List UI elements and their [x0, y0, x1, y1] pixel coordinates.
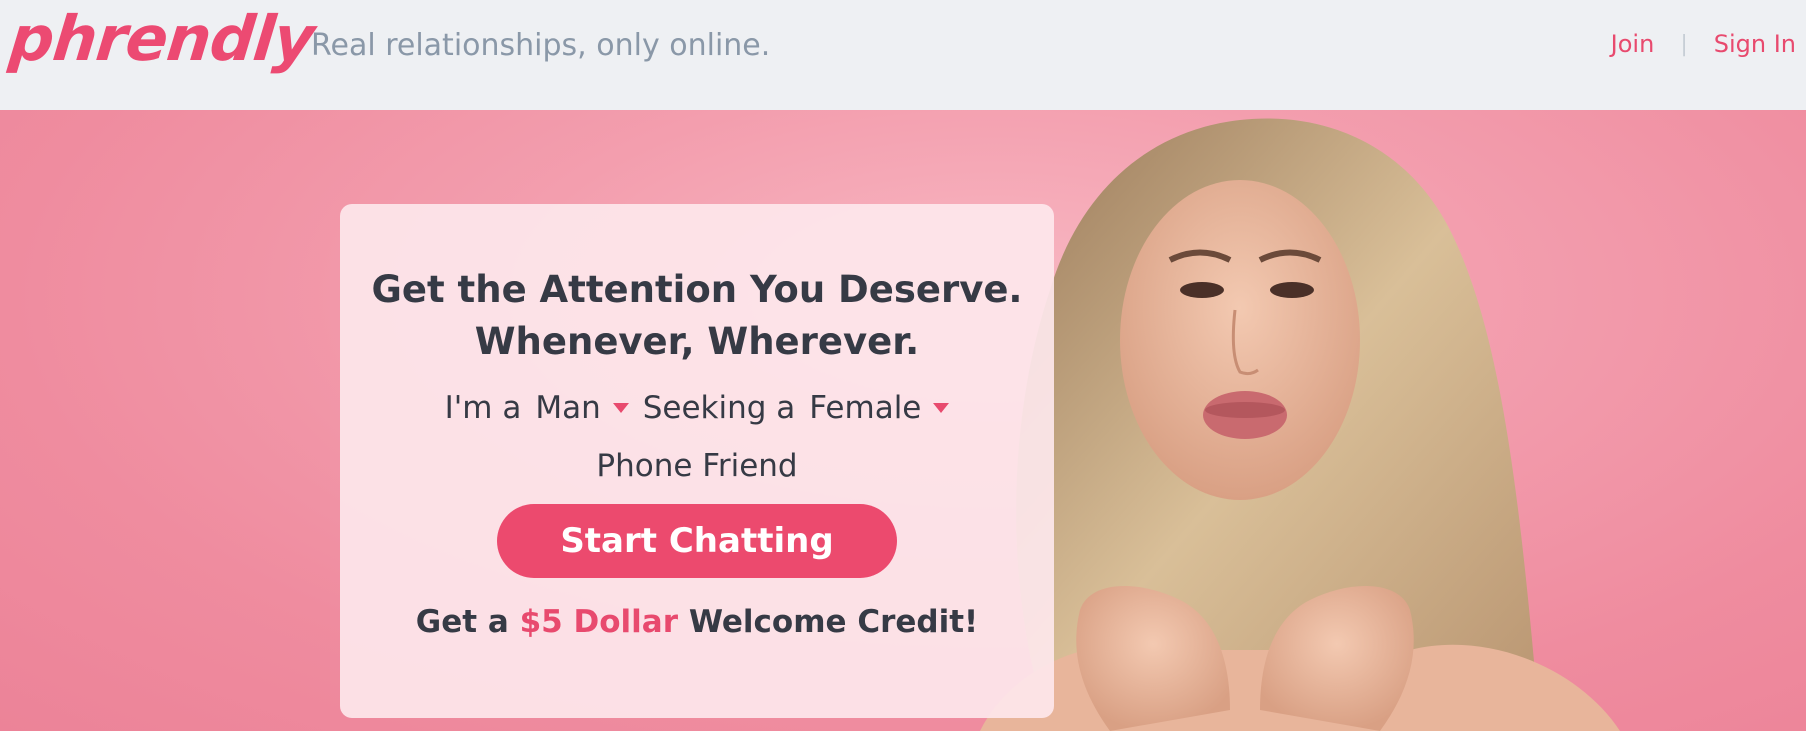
headline-line-2: Whenever, Wherever.	[474, 320, 920, 363]
headline: Get the Attention You Deserve. Whenever,…	[340, 264, 1054, 368]
im-a-label: I'm a	[444, 390, 522, 426]
join-link[interactable]: Join	[1611, 30, 1655, 58]
phrendly-logo[interactable]: phrendly	[6, 2, 317, 75]
credit-suffix: Welcome Credit!	[688, 604, 979, 640]
top-nav: Join | Sign In	[1611, 30, 1796, 58]
seeking-type: Phone Friend	[596, 448, 798, 484]
sign-in-link[interactable]: Sign In	[1714, 30, 1796, 58]
gender-select-value: Man	[535, 390, 601, 426]
seeking-label: Seeking a	[642, 390, 796, 426]
signup-card: Get the Attention You Deserve. Whenever,…	[340, 204, 1054, 718]
hero-section: Get the Attention You Deserve. Whenever,…	[0, 110, 1806, 731]
gender-select[interactable]: Man	[535, 390, 629, 426]
site-header: phrendly Real relationships, only online…	[0, 0, 1806, 110]
seeking-select[interactable]: Female	[809, 390, 950, 426]
credit-prefix: Get a	[415, 604, 509, 640]
chevron-down-icon	[612, 403, 629, 413]
credit-amount: $5 Dollar	[519, 604, 679, 640]
chevron-down-icon	[933, 403, 950, 413]
headline-line-1: Get the Attention You Deserve.	[371, 268, 1023, 311]
welcome-credit-text: Get a $5 Dollar Welcome Credit!	[340, 604, 1054, 640]
preference-selectors: I'm a Man Seeking a Female	[340, 390, 1054, 426]
seeking-select-value: Female	[809, 390, 922, 426]
tagline: Real relationships, only online.	[311, 28, 771, 63]
nav-separator: |	[1680, 31, 1688, 57]
start-chatting-button[interactable]: Start Chatting	[497, 504, 897, 578]
